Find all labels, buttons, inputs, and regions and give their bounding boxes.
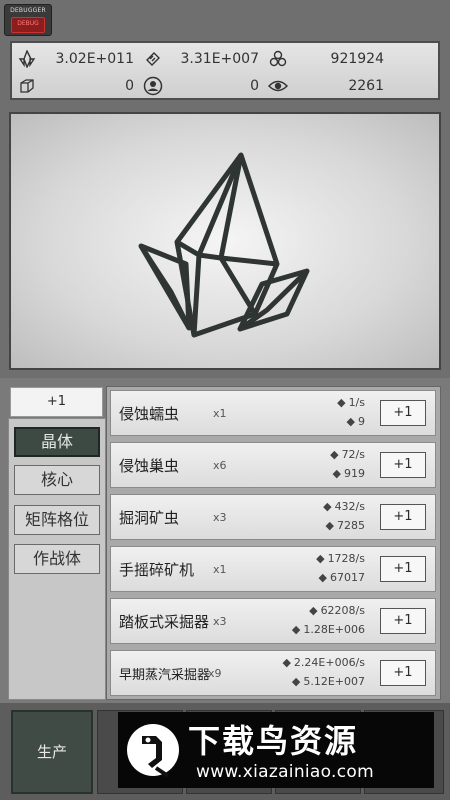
watermark-url: www.xiazainiao.com <box>196 762 374 782</box>
eye-value: 2261 <box>348 78 384 94</box>
watermark-banner: 下载鸟资源 www.xiazainiao.com <box>118 712 434 788</box>
debugger-panel: DEBUGGER DEBUG <box>4 4 52 36</box>
crystal-icon: ◆ <box>330 448 339 461</box>
crystal-icon <box>16 48 38 70</box>
unit-icon <box>142 75 164 97</box>
bird-logo-icon <box>127 724 179 778</box>
box-value: 0 <box>125 78 134 94</box>
producer-name: 侵蚀蠕虫 <box>119 405 180 423</box>
debugger-label: DEBUGGER <box>10 7 46 14</box>
nav-tab-produce[interactable]: 生产 <box>11 710 93 794</box>
producer-cost: ◆ 7285 <box>326 519 365 532</box>
resource-panel: 3.02E+011 3.31E+007 921924 0 0 2261 <box>10 41 440 100</box>
producer-count: x3 <box>213 615 227 628</box>
stat-crystal: 3.02E+011 <box>16 46 134 72</box>
buy-button[interactable]: +1 <box>380 556 426 582</box>
producer-rate-value: 72/s <box>341 448 365 461</box>
producer-cost-value: 67017 <box>330 571 365 584</box>
stat-core: 3.31E+007 <box>142 46 259 72</box>
producer-rate-value: 2.24E+006/s <box>293 656 365 669</box>
debugger-button-label: DEBUG <box>17 20 39 27</box>
producer-rate: ◆ 432/s <box>323 500 365 513</box>
stat-matrix: 921924 <box>267 46 384 72</box>
category-tab-core[interactable]: 核心 <box>14 465 100 495</box>
producer-name: 掘洞矿虫 <box>119 509 180 527</box>
producer-row: 手摇碎矿机 x1 ◆ 1728/s ◆ 67017 +1 <box>110 546 436 592</box>
debugger-button[interactable]: DEBUG <box>11 17 45 33</box>
producer-name: 早期蒸汽采掘器 <box>119 668 211 683</box>
producer-rate: ◆ 1/s <box>337 396 365 409</box>
stat-box: 0 <box>16 73 134 99</box>
buy-button[interactable]: +1 <box>380 452 426 478</box>
category-tab-combat[interactable]: 作战体 <box>14 544 100 574</box>
crystal-icon: ◆ <box>318 571 327 584</box>
producer-rate-value: 1/s <box>348 396 365 409</box>
producer-cost-value: 9 <box>358 415 365 428</box>
producer-rate-value: 1728/s <box>327 552 365 565</box>
producer-name: 踏板式采掘器 <box>119 613 210 631</box>
producer-row: 侵蚀蠕虫 x1 ◆ 1/s ◆ 9 +1 <box>110 390 436 436</box>
buy-button[interactable]: +1 <box>380 608 426 634</box>
buy-button[interactable]: +1 <box>380 400 426 426</box>
producer-row: 掘洞矿虫 x3 ◆ 432/s ◆ 7285 +1 <box>110 494 436 540</box>
producer-cost: ◆ 67017 <box>319 571 365 584</box>
category-tab-crystal[interactable]: 晶体 <box>14 427 100 457</box>
buy-amount-toggle[interactable]: +1 <box>10 387 103 417</box>
matrix-icon <box>267 48 289 70</box>
buy-button[interactable]: +1 <box>380 504 426 530</box>
producer-row: 早期蒸汽采掘器 x9 ◆ 2.24E+006/s ◆ 5.12E+007 +1 <box>110 650 436 696</box>
producer-rate: ◆ 1728/s <box>316 552 365 565</box>
producer-count: x9 <box>208 667 222 680</box>
producer-rate-value: 62208/s <box>320 604 365 617</box>
producer-row: 踏板式采掘器 x3 ◆ 62208/s ◆ 1.28E+006 +1 <box>110 598 436 644</box>
crystal-click-area[interactable] <box>9 112 441 370</box>
core-icon <box>142 48 164 70</box>
matrix-value: 921924 <box>330 51 384 67</box>
core-value: 3.31E+007 <box>180 51 259 67</box>
crystal-icon: ◆ <box>291 675 301 688</box>
stat-unit: 0 <box>142 73 259 99</box>
nav-tab-produce-label: 生产 <box>36 743 67 761</box>
big-crystal-icon <box>138 152 310 338</box>
producer-count: x1 <box>213 407 227 420</box>
producer-cost-value: 919 <box>344 467 365 480</box>
producer-count: x3 <box>213 511 227 524</box>
producer-name: 侵蚀巢虫 <box>119 457 180 475</box>
producer-count: x6 <box>213 459 227 472</box>
crystal-value: 3.02E+011 <box>55 51 134 67</box>
producer-count: x1 <box>213 563 227 576</box>
producer-cost-value: 7285 <box>337 519 365 532</box>
producer-row: 侵蚀巢虫 x6 ◆ 72/s ◆ 919 +1 <box>110 442 436 488</box>
crystal-icon: ◆ <box>337 396 346 409</box>
cube-icon <box>16 75 38 97</box>
watermark-title: 下载鸟资源 <box>188 722 359 760</box>
crystal-icon: ◆ <box>346 415 355 428</box>
producer-list[interactable]: 侵蚀蠕虫 x1 ◆ 1/s ◆ 9 +1 侵蚀巢虫 x6 ◆ 72/s ◆ 919 +1… <box>106 386 441 700</box>
crystal-icon: ◆ <box>291 623 301 636</box>
producer-cost-value: 5.12E+007 <box>303 675 365 688</box>
eye-icon <box>267 75 289 97</box>
crystal-icon: ◆ <box>316 552 325 565</box>
crystal-icon: ◆ <box>323 500 332 513</box>
producer-cost-value: 1.28E+006 <box>303 623 365 636</box>
producer-rate-value: 432/s <box>334 500 365 513</box>
crystal-icon: ◆ <box>309 604 318 617</box>
crystal-icon: ◆ <box>332 467 341 480</box>
producer-cost: ◆ 1.28E+006 <box>292 623 365 636</box>
crystal-icon: ◆ <box>282 656 291 669</box>
crystal-icon: ◆ <box>325 519 334 532</box>
category-tab-matrix[interactable]: 矩阵格位 <box>14 505 100 535</box>
producer-name: 手摇碎矿机 <box>119 561 195 579</box>
category-sidebar: 晶体 核心 矩阵格位 作战体 <box>8 418 106 700</box>
producer-cost: ◆ 919 <box>333 467 365 480</box>
producer-rate: ◆ 72/s <box>330 448 365 461</box>
producer-cost: ◆ 5.12E+007 <box>292 675 365 688</box>
stat-eye: 2261 <box>267 73 384 99</box>
buy-button[interactable]: +1 <box>380 660 426 686</box>
producer-rate: ◆ 62208/s <box>309 604 365 617</box>
unit-value: 0 <box>250 78 259 94</box>
producer-cost: ◆ 9 <box>347 415 365 428</box>
producer-rate: ◆ 2.24E+006/s <box>282 656 365 669</box>
